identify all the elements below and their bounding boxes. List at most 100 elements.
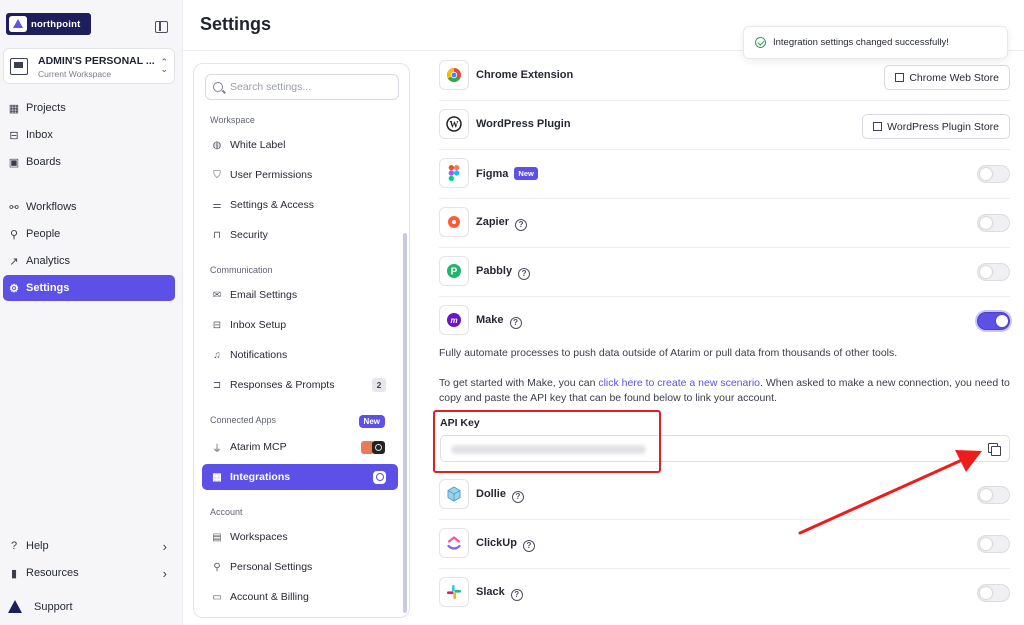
settings-item-settings-access[interactable]: ⚌ Settings & Access (202, 192, 398, 218)
logo-text: northpoint (31, 18, 81, 30)
nav-item-workflows[interactable]: ⚯ Workflows (3, 194, 175, 220)
integration-name: Pabbly? (476, 265, 531, 280)
nav-item-inbox[interactable]: ⊟ Inbox (3, 122, 175, 148)
settings-item-label: Workspaces (230, 531, 288, 543)
section-heading-label: Connected Apps (210, 415, 277, 425)
help-icon[interactable]: ? (509, 316, 522, 329)
nav-item-settings[interactable]: ⚙ Settings (3, 275, 175, 301)
settings-item-inbox-setup[interactable]: ⊟ Inbox Setup (202, 312, 398, 338)
wordpress-plugin-store-button[interactable]: WordPress Plugin Store (862, 114, 1010, 139)
sidebar-collapse-icon[interactable] (155, 21, 168, 33)
settings-item-label: Personal Settings (230, 561, 313, 573)
help-icon[interactable]: ? (511, 490, 524, 503)
settings-search[interactable] (205, 74, 399, 100)
annotation-highlight-box (433, 410, 661, 473)
nav-item-label: Analytics (26, 255, 71, 267)
nav-item-label: People (26, 228, 61, 240)
integration-row-clickup: ClickUp? (439, 520, 1010, 569)
create-scenario-link[interactable]: click here to create a new scenario (598, 377, 760, 389)
settings-item-label: Responses & Prompts (230, 379, 335, 391)
integration-name: Zapier? (476, 216, 528, 231)
workspace-switcher[interactable]: ADMIN'S PERSONAL ... Current Workspace ⌃… (3, 48, 175, 84)
gear-icon: ⚙ (9, 282, 19, 295)
slack-toggle[interactable] (977, 584, 1010, 602)
logo-mark-icon (9, 16, 27, 32)
person-icon: ⚲ (9, 228, 19, 241)
dollie-icon (439, 479, 469, 509)
toast-message: Integration settings changed successfull… (773, 37, 949, 48)
nav-item-help[interactable]: ? Help › (3, 533, 175, 559)
chrome-web-store-button[interactable]: Chrome Web Store (884, 65, 1010, 90)
integration-row-wordpress: W WordPress Plugin WordPress Plugin Stor… (439, 101, 1010, 150)
integration-name: ClickUp? (476, 537, 535, 552)
settings-item-label: Integrations (230, 471, 291, 483)
settings-item-responses-prompts[interactable]: ⊐ Responses & Prompts 2 (202, 372, 398, 398)
search-input[interactable] (230, 81, 390, 93)
pabbly-toggle[interactable] (977, 263, 1010, 281)
inbox-icon: ⊟ (9, 129, 19, 142)
integration-row-slack: Slack? (439, 569, 1010, 618)
integration-row-pabbly: P Pabbly? (439, 248, 1010, 297)
settings-item-atarim-mcp[interactable]: ⏚ Atarim MCP (202, 434, 398, 460)
integration-name: Dollie? (476, 488, 524, 503)
settings-scrollbar[interactable] (403, 233, 407, 613)
section-heading-communication: Communication (210, 265, 273, 275)
integration-name: Make? (476, 314, 522, 329)
zapier-toggle[interactable] (977, 214, 1010, 232)
board-icon: ▣ (8, 156, 20, 169)
settings-item-label: Security (230, 229, 268, 241)
help-icon[interactable]: ? (510, 588, 523, 601)
make-instructions-prefix: To get started with Make, you can (439, 377, 599, 389)
settings-item-label: Notifications (230, 349, 288, 361)
help-icon[interactable]: ? (515, 218, 528, 231)
copy-icon[interactable] (988, 443, 1001, 456)
northpoint-logo[interactable]: northpoint (6, 13, 91, 35)
settings-item-security[interactable]: ⊓ Security (202, 222, 398, 248)
clickup-toggle[interactable] (977, 535, 1010, 553)
settings-item-email-settings[interactable]: ✉ Email Settings (202, 282, 398, 308)
lock-icon: ⊓ (213, 229, 221, 241)
nav-item-analytics[interactable]: ↗ Analytics (3, 248, 175, 274)
nav-item-label: Inbox (26, 129, 53, 141)
settings-item-label: Settings & Access (230, 199, 315, 211)
settings-item-integrations[interactable]: ▦ Integrations (202, 464, 398, 490)
settings-item-personal-settings[interactable]: ⚲ Personal Settings (202, 554, 398, 580)
settings-item-account-billing[interactable]: ▭ Account & Billing (202, 584, 398, 610)
make-icon: m (439, 305, 469, 335)
settings-item-notifications[interactable]: ♫ Notifications (202, 342, 398, 368)
mail-icon: ✉ (212, 289, 222, 301)
integration-name: Figma New (476, 167, 538, 180)
nav-item-projects[interactable]: ▦ Projects (3, 95, 175, 121)
help-icon[interactable]: ? (518, 267, 531, 280)
new-badge: New (358, 415, 385, 428)
workspace-icon (10, 58, 28, 75)
nav-item-support[interactable]: Support (3, 594, 175, 620)
nav-item-boards[interactable]: ▣ Boards (3, 149, 175, 175)
settings-item-label: Email Settings (230, 289, 298, 301)
make-mini-icon (373, 470, 386, 484)
nav-item-resources[interactable]: ▮ Resources › (3, 560, 175, 586)
settings-item-user-permissions[interactable]: ⛉ User Permissions (202, 162, 398, 188)
success-toast: Integration settings changed successfull… (743, 26, 1008, 59)
nav-item-people[interactable]: ⚲ People (3, 221, 175, 247)
shield-icon: ⛉ (213, 169, 221, 181)
settings-item-white-label[interactable]: ◍ White Label (202, 132, 398, 158)
building-icon: ▤ (212, 531, 222, 543)
openai-icon (372, 440, 385, 454)
make-instructions: To get started with Make, you can click … (439, 376, 1011, 406)
page-title: Settings (200, 14, 272, 34)
make-toggle[interactable] (977, 312, 1010, 330)
help-icon[interactable]: ? (522, 539, 535, 552)
dollie-toggle[interactable] (977, 486, 1010, 504)
svg-text:W: W (450, 120, 459, 130)
chevron-right-icon: › (162, 565, 167, 581)
wordpress-icon: W (439, 109, 469, 139)
clickup-icon (439, 528, 469, 558)
bar-chart-icon: ▮ (10, 567, 18, 580)
settings-item-workspaces[interactable]: ▤ Workspaces (202, 524, 398, 550)
integration-row-figma: Figma New (439, 150, 1010, 199)
nav-item-label: Workflows (26, 201, 77, 213)
svg-text:m: m (450, 316, 457, 325)
figma-toggle[interactable] (977, 165, 1010, 183)
chevron-right-icon: › (162, 538, 167, 554)
